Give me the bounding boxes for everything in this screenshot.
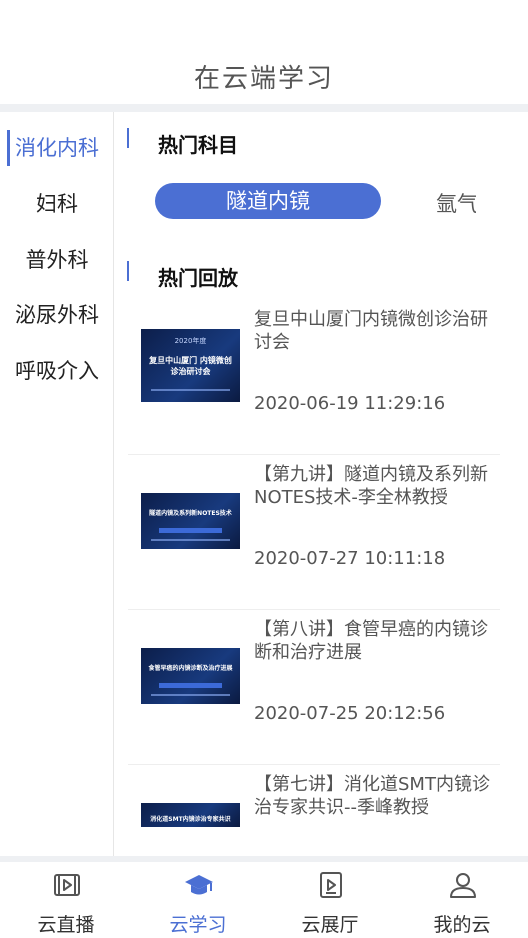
replay-title: 【第九讲】隧道内镜及系列新NOTES技术-李全林教授 bbox=[254, 464, 488, 508]
replay-thumbnail: 隧道内镜及系列新NOTES技术 bbox=[141, 493, 240, 549]
tab-label: 云直播 bbox=[37, 914, 95, 936]
sidebar-item-label: 消化内科 bbox=[15, 136, 99, 160]
section-marker bbox=[127, 261, 129, 281]
sidebar-item-label: 泌尿外科 bbox=[15, 303, 99, 327]
tab-label: 我的云 bbox=[433, 914, 491, 936]
replay-thumbnail: 消化道SMT内镜诊治专家共识 bbox=[141, 803, 240, 827]
replay-time: 2020-06-19 11:29:16 bbox=[254, 393, 446, 414]
subject-pill-tunnel-endoscopy[interactable]: 隧道内镜 bbox=[155, 183, 381, 219]
replay-title: 【第七讲】消化道SMT内镜诊治专家共识--季峰教授 bbox=[254, 774, 490, 818]
department-sidebar: 消化内科 妇科 普外科 泌尿外科 呼吸介入 bbox=[0, 112, 114, 856]
sidebar-item-gynecology[interactable]: 妇科 bbox=[0, 182, 114, 226]
tab-exhibition[interactable]: 云展厅 bbox=[264, 862, 396, 938]
main-content[interactable]: 热门科目 隧道内镜 氩气 热门回放 2020年度 复旦中山厦门 内镜微创诊治研讨… bbox=[114, 112, 528, 856]
replay-thumbnail: 2020年度 复旦中山厦门 内镜微创诊治研讨会 bbox=[141, 329, 240, 402]
graduation-cap-icon bbox=[185, 875, 213, 895]
tab-label: 云展厅 bbox=[301, 914, 359, 936]
tab-label: 云学习 bbox=[169, 914, 227, 936]
sidebar-item-urology[interactable]: 泌尿外科 bbox=[0, 293, 114, 337]
tab-mine[interactable]: 我的云 bbox=[396, 862, 528, 938]
subject-pill-argon[interactable]: 氩气 bbox=[436, 188, 476, 218]
active-indicator bbox=[7, 130, 10, 166]
hot-subjects-title: 热门科目 bbox=[158, 133, 238, 157]
replay-time: 2020-07-25 20:12:56 bbox=[254, 703, 446, 724]
header-separator bbox=[0, 104, 528, 112]
sidebar-item-label: 妇科 bbox=[36, 192, 78, 216]
replay-thumbnail: 食管早癌的内镜诊断及治疗进展 bbox=[141, 648, 240, 704]
bottom-tab-bar: 云直播 云学习 云展厅 我的云 bbox=[0, 862, 528, 938]
replay-card[interactable]: 隧道内镜及系列新NOTES技术 【第九讲】隧道内镜及系列新NOTES技术-李全林… bbox=[128, 455, 500, 610]
page-title: 在云端学习 bbox=[193, 64, 334, 94]
replay-title: 复旦中山厦门内镜微创诊治研讨会 bbox=[254, 309, 488, 353]
replay-time: 2020-07-27 10:11:18 bbox=[254, 548, 446, 569]
sidebar-item-label: 呼吸介入 bbox=[15, 359, 99, 383]
replay-title: 【第八讲】食管早癌的内镜诊断和治疗进展 bbox=[254, 619, 488, 663]
section-marker bbox=[127, 128, 129, 148]
sidebar-item-general-surgery[interactable]: 普外科 bbox=[0, 238, 114, 282]
sidebar-item-label: 普外科 bbox=[25, 248, 89, 272]
tab-live[interactable]: 云直播 bbox=[0, 862, 132, 938]
exhibition-play-icon bbox=[320, 872, 342, 898]
live-video-icon bbox=[54, 874, 80, 896]
replay-card[interactable]: 2020年度 复旦中山厦门 内镜微创诊治研讨会 复旦中山厦门内镜微创诊治研讨会 … bbox=[128, 300, 500, 455]
tab-learn[interactable]: 云学习 bbox=[132, 862, 264, 938]
replay-card[interactable]: 食管早癌的内镜诊断及治疗进展 【第八讲】食管早癌的内镜诊断和治疗进展 2020-… bbox=[128, 610, 500, 765]
app-root: 在云端学习 消化内科 妇科 普外科 泌尿外科 呼吸介入 热门科目 隧道内镜 氩气 bbox=[0, 0, 528, 938]
sidebar-item-respiratory-intervention[interactable]: 呼吸介入 bbox=[0, 349, 114, 393]
user-icon bbox=[450, 873, 476, 898]
hot-replays-title: 热门回放 bbox=[158, 266, 238, 290]
header: 在云端学习 bbox=[0, 0, 528, 104]
sidebar-item-gastroenterology[interactable]: 消化内科 bbox=[0, 126, 114, 170]
replay-card[interactable]: 消化道SMT内镜诊治专家共识 【第七讲】消化道SMT内镜诊治专家共识--季峰教授 bbox=[128, 765, 500, 856]
